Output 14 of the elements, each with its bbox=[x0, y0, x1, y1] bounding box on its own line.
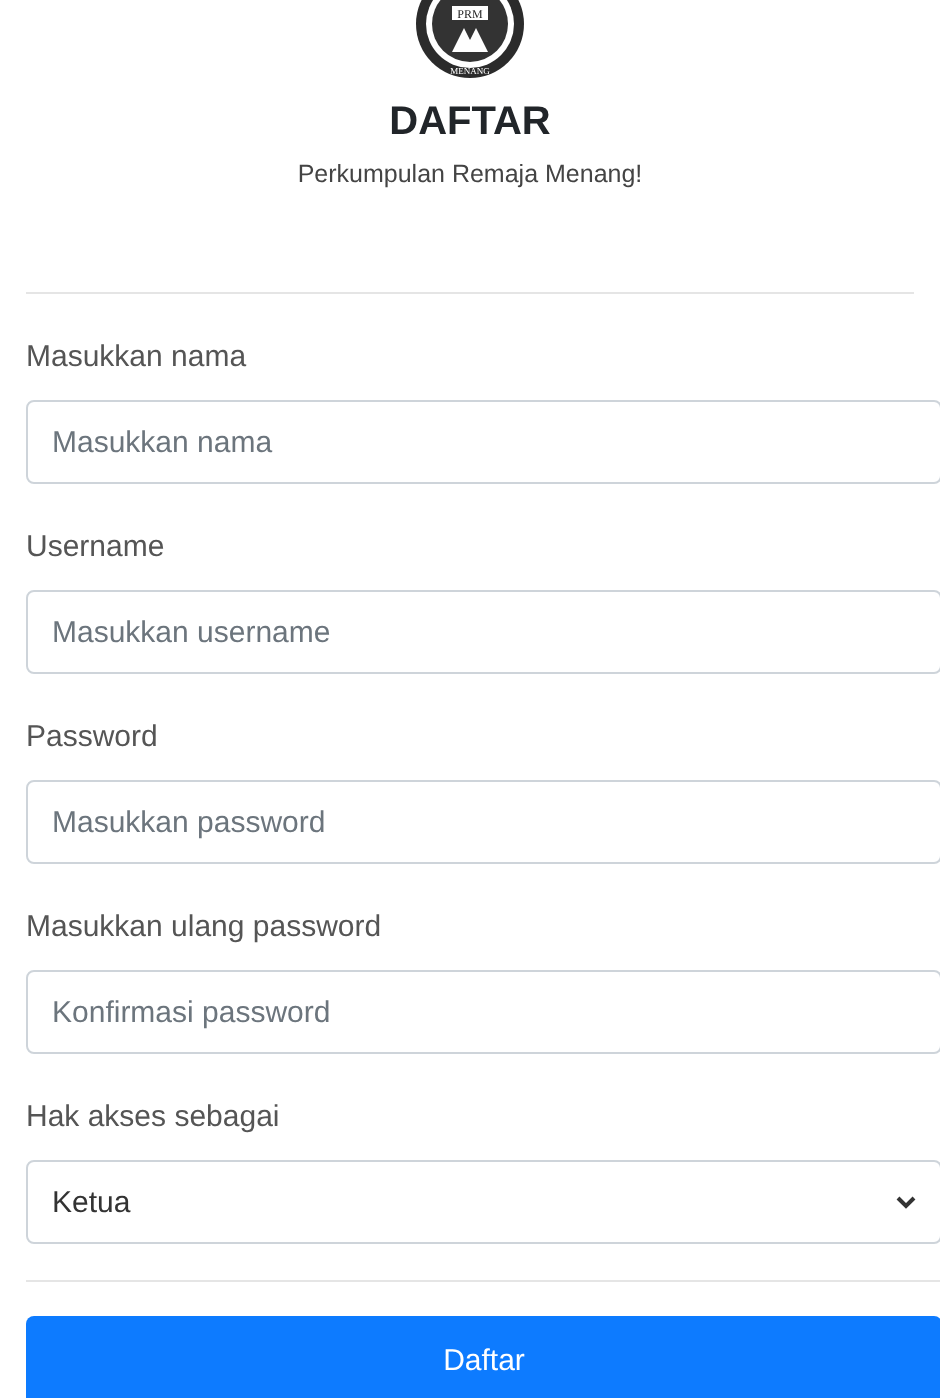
register-button[interactable]: Daftar bbox=[26, 1316, 940, 1398]
input-field[interactable]: Masukkan nama bbox=[26, 400, 940, 484]
input-field[interactable]: Masukkan password bbox=[26, 780, 940, 864]
field-label: Hak akses sebagai bbox=[26, 1098, 280, 1138]
field-label: Masukkan ulang password bbox=[26, 908, 382, 948]
field-label: Password bbox=[26, 718, 158, 758]
input-field[interactable]: Konfirmasi password bbox=[26, 970, 940, 1054]
chevron-down-icon bbox=[896, 1195, 916, 1209]
input-field[interactable]: Masukkan username bbox=[26, 590, 940, 674]
select-field[interactable]: Ketua bbox=[26, 1160, 940, 1244]
page-title: DAFTAR bbox=[389, 98, 551, 146]
field-label: Masukkan nama bbox=[26, 338, 247, 378]
field-label: Username bbox=[26, 528, 165, 568]
subtitle: Perkumpulan Remaja Menang! bbox=[297, 158, 643, 190]
